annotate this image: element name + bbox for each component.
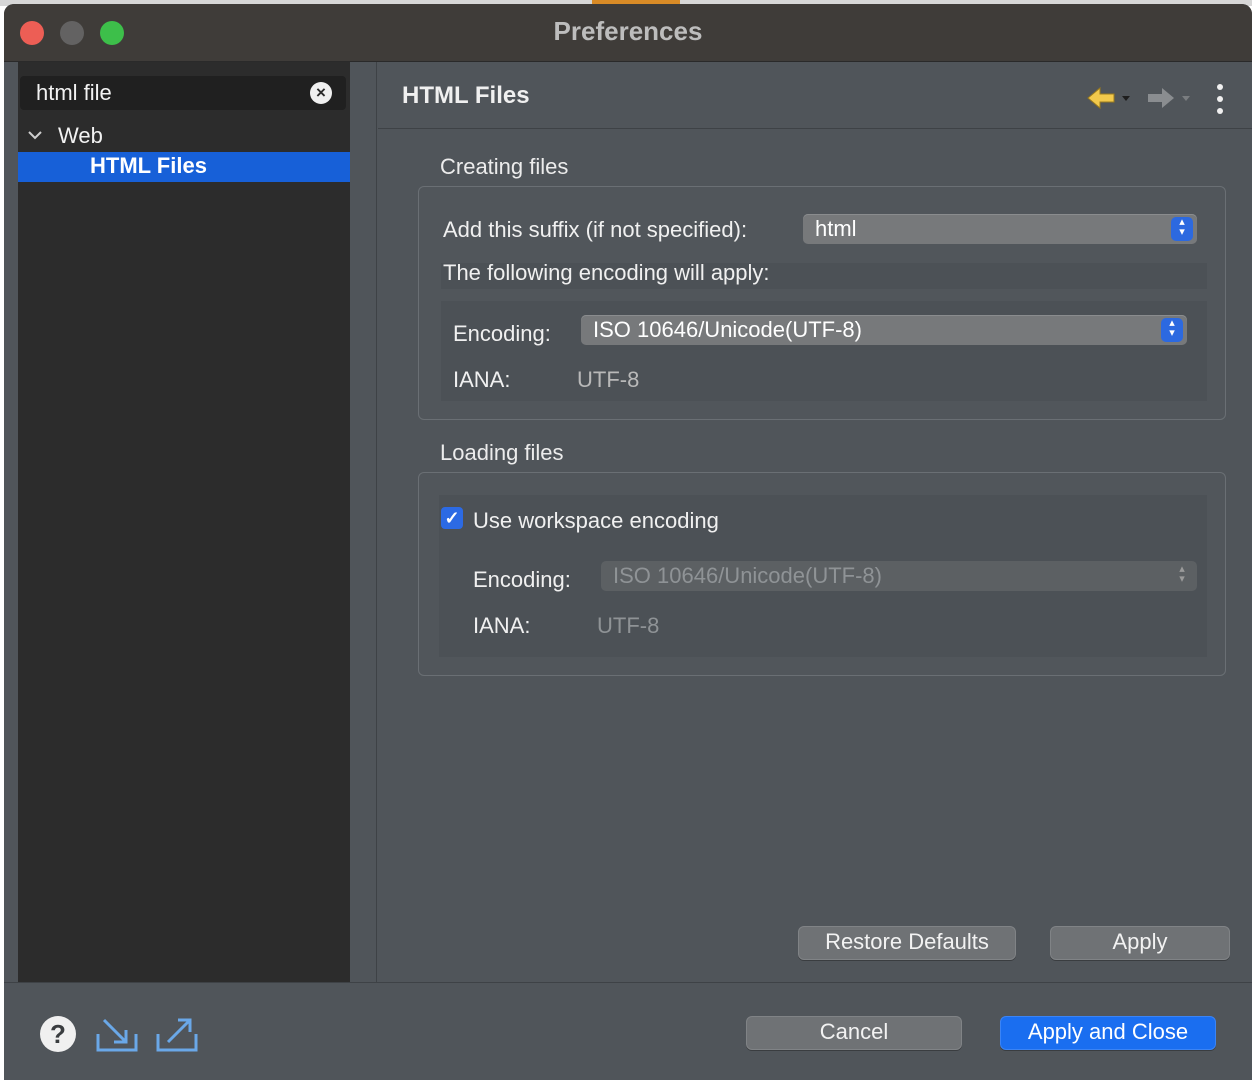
updown-chevron-icon: ▴ ▾ xyxy=(1161,318,1183,342)
encoding-label: Encoding: xyxy=(453,321,551,346)
updown-chevron-icon: ▴ ▾ xyxy=(1179,563,1185,585)
title-bar: Preferences xyxy=(4,4,1252,62)
restore-defaults-button[interactable]: Restore Defaults xyxy=(798,926,1016,960)
creating-files-heading: Creating files xyxy=(440,154,569,179)
footer-divider xyxy=(4,982,1252,983)
creating-encoding-panel: Encoding: ISO 10646/Unicode(UTF-8) ▴ ▾ IA… xyxy=(441,301,1207,401)
svg-text:?: ? xyxy=(50,1019,66,1049)
tree-item-html-files[interactable]: HTML Files xyxy=(18,152,350,182)
suffix-select[interactable]: html ▴ ▾ xyxy=(803,214,1197,244)
loading-encoding-panel: ✓ Use workspace encoding Encoding: ISO 1… xyxy=(439,495,1207,657)
creating-encoding-select[interactable]: ISO 10646/Unicode(UTF-8) ▴ ▾ xyxy=(581,315,1187,345)
encoding-note-row: The following encoding will apply: xyxy=(441,260,1207,289)
suffix-value: html xyxy=(815,216,857,241)
use-workspace-checkbox[interactable]: ✓ xyxy=(441,507,463,529)
creating-files-group: Add this suffix (if not specified): html… xyxy=(418,186,1226,420)
suffix-label: Add this suffix (if not specified): xyxy=(443,217,748,242)
header-divider xyxy=(378,128,1252,129)
kebab-menu-icon[interactable] xyxy=(1210,82,1230,116)
encoding-note: The following encoding will apply: xyxy=(443,260,770,285)
preferences-window: Preferences html file × Web HTML Files H… xyxy=(4,4,1252,1080)
cancel-button[interactable]: Cancel xyxy=(746,1016,962,1050)
window-title: Preferences xyxy=(553,16,703,46)
encoding-value: ISO 10646/Unicode(UTF-8) xyxy=(613,563,882,588)
apply-button[interactable]: Apply xyxy=(1050,926,1230,960)
clear-search-icon[interactable]: × xyxy=(310,82,332,104)
filter-search-field[interactable]: html file × xyxy=(20,76,346,110)
back-button[interactable] xyxy=(1084,84,1134,114)
page-title: HTML Files xyxy=(402,82,530,109)
import-icon[interactable] xyxy=(94,1014,140,1054)
export-icon[interactable] xyxy=(154,1014,200,1054)
search-input[interactable]: html file xyxy=(36,80,112,106)
loading-files-group: ✓ Use workspace encoding Encoding: ISO 1… xyxy=(418,472,1226,676)
tree-item-label: HTML Files xyxy=(90,153,207,178)
encoding-label: Encoding: xyxy=(473,567,571,592)
forward-button[interactable] xyxy=(1144,84,1194,114)
help-icon[interactable]: ? xyxy=(38,1014,78,1054)
iana-value: UTF-8 xyxy=(597,613,660,638)
iana-label: IANA: xyxy=(473,613,531,638)
updown-chevron-icon: ▴ ▾ xyxy=(1171,217,1193,241)
iana-value: UTF-8 xyxy=(577,367,640,392)
preferences-sidebar: html file × Web HTML Files xyxy=(18,62,350,982)
use-workspace-label[interactable]: Use workspace encoding xyxy=(473,508,719,534)
loading-files-heading: Loading files xyxy=(440,440,564,465)
forward-arrow-icon xyxy=(1148,88,1190,108)
tree-item-label: Web xyxy=(58,123,103,148)
loading-encoding-select[interactable]: ISO 10646/Unicode(UTF-8) ▴ ▾ xyxy=(601,561,1197,591)
sidebar-divider xyxy=(376,62,377,982)
apply-and-close-button[interactable]: Apply and Close xyxy=(1000,1016,1216,1050)
iana-label: IANA: xyxy=(453,367,511,392)
back-arrow-icon xyxy=(1087,86,1130,110)
encoding-value: ISO 10646/Unicode(UTF-8) xyxy=(593,317,862,342)
tree-item-web[interactable]: Web xyxy=(18,122,350,152)
chevron-down-icon[interactable] xyxy=(26,124,44,151)
